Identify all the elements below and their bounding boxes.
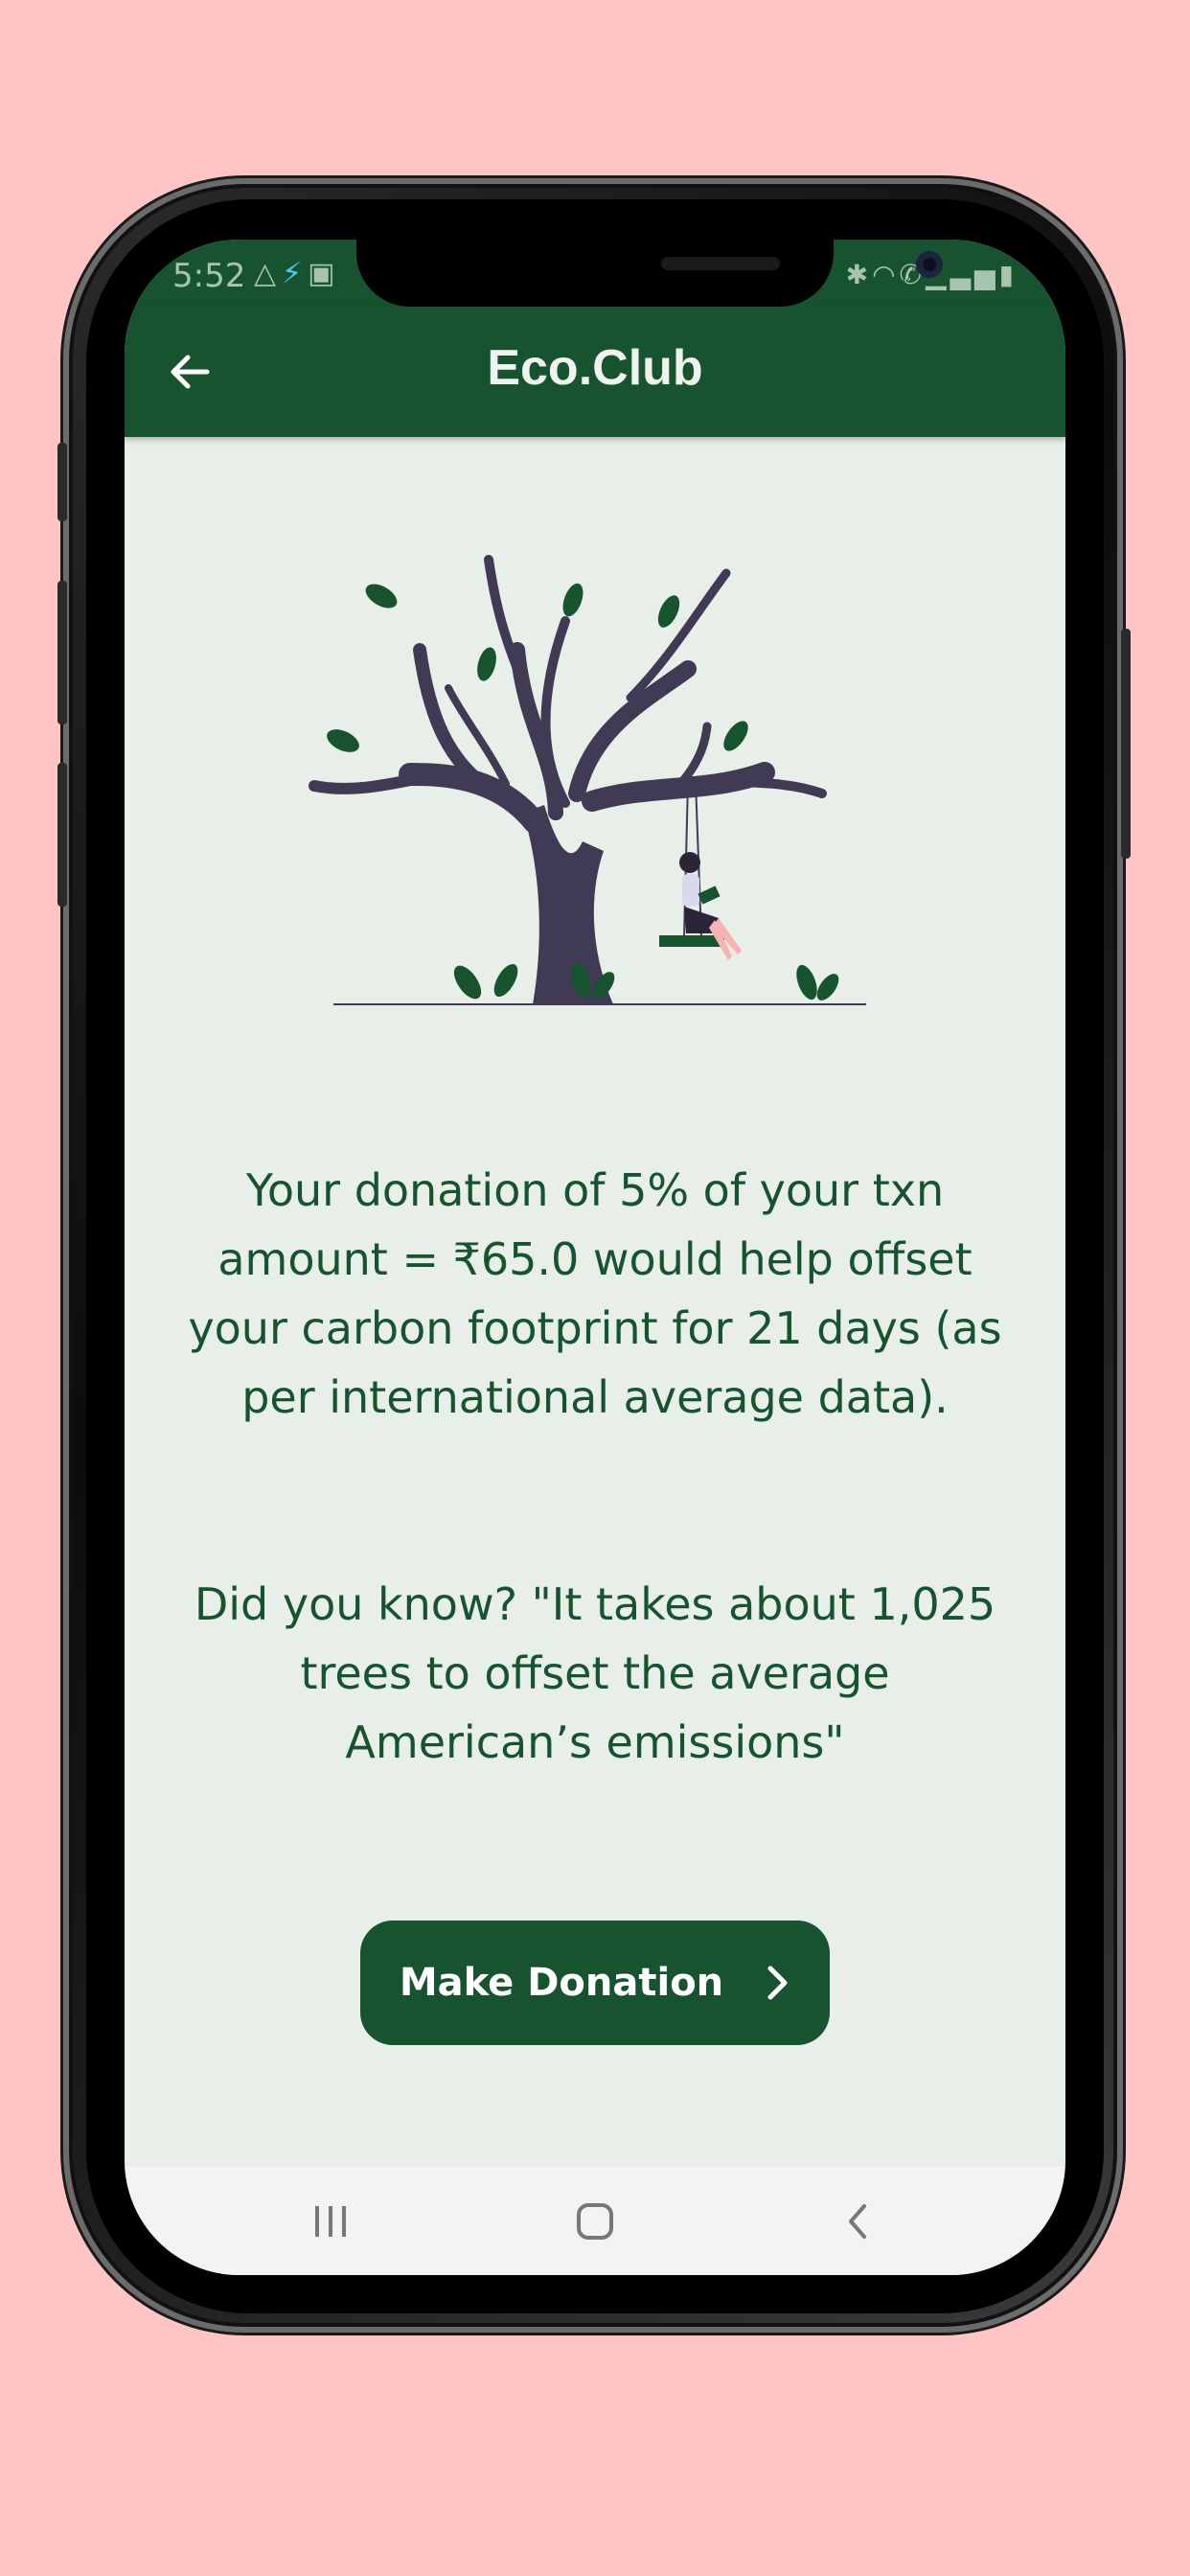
flutter-icon: ⚡ (282, 257, 309, 290)
wifi-icon: ◠ (872, 259, 900, 290)
recents-icon (315, 2206, 346, 2237)
recents-button[interactable] (287, 2188, 374, 2255)
status-left-icons: △⚡▣ (254, 257, 341, 290)
make-donation-button[interactable]: Make Donation (360, 1920, 830, 2045)
side-button-volume-up (57, 581, 67, 724)
make-donation-label: Make Donation (399, 1961, 724, 2005)
status-time: 5:52 (172, 257, 246, 295)
side-button-volume-down (57, 763, 67, 907)
home-icon (577, 2203, 613, 2240)
side-button-power (1121, 629, 1131, 859)
bluetooth-icon: ✱ (845, 259, 873, 290)
tree-with-swing-illustration (309, 555, 866, 1005)
speaker-grille (661, 257, 780, 270)
page-title: Eco.Club (487, 340, 703, 396)
home-button[interactable] (552, 2188, 638, 2255)
donation-message: Your donation of 5% of your txn amount =… (188, 1164, 1002, 1423)
chevron-right-icon (767, 1966, 788, 2000)
fact-message: Did you know? "It takes about 1,025 tree… (194, 1578, 996, 1768)
nav-back-button[interactable] (814, 2188, 901, 2255)
battery-charging-icon: ▮ (998, 259, 1018, 290)
image-icon: ▣ (308, 257, 341, 290)
system-nav-bar (125, 2167, 1065, 2275)
front-camera (916, 251, 943, 278)
side-button-silent (57, 443, 67, 521)
phone-screen: 5:52 △⚡▣ ✱◠✆▁▃▅▮ Eco.Club Your donation … (125, 240, 1065, 2275)
notch (356, 240, 943, 307)
app-bar: Eco.Club (125, 307, 1065, 437)
back-icon (849, 2204, 866, 2239)
drive-icon: △ (254, 257, 283, 290)
